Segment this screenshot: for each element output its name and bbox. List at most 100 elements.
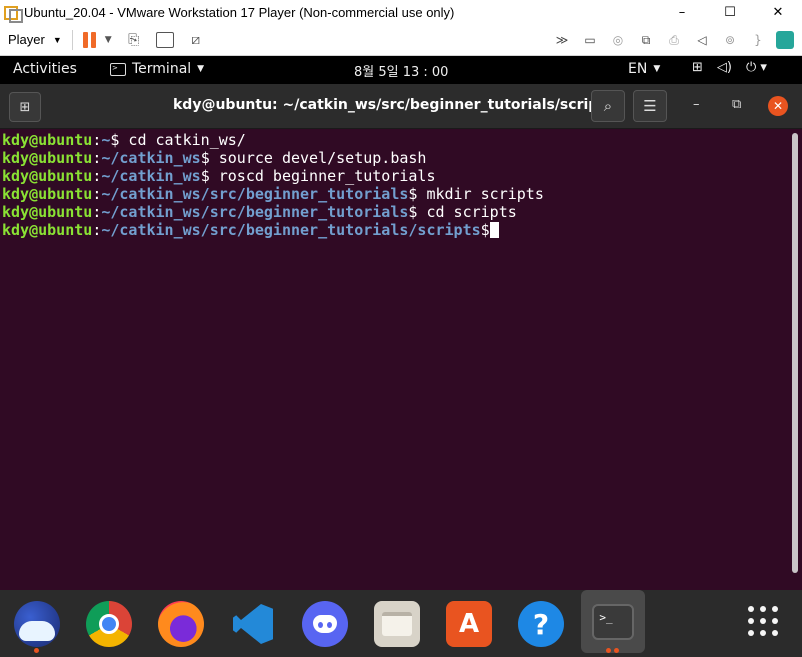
power-icon: ⏻ ▾ [745,60,767,75]
maximize-button[interactable]: ⧉ [732,97,741,112]
window-close-button[interactable]: ✕ [754,0,802,24]
dock-vscode[interactable] [227,598,279,650]
dock-files[interactable] [371,598,423,650]
pause-icon[interactable] [82,31,97,48]
chevron-down-icon: ▼ [52,34,62,45]
vmware-title-bar: Ubuntu_20.04 - VMware Workstation 17 Pla… [0,0,802,24]
running-indicator [614,648,619,653]
terminal-icon: > [110,62,126,76]
chevron-down-icon: ▼ [197,64,205,74]
whale-browser-icon [14,601,60,647]
terminal-line: kdy@ubuntu:~/catkin_ws$ roscd beginner_t… [2,167,436,185]
prompt-path: ~/catkin_ws/src/beginner_tutorials [101,185,409,203]
player-menu-label: Player [8,32,45,47]
minimize-button[interactable]: – [693,97,700,112]
firefox-icon [158,601,204,647]
dock-firefox[interactable] [155,598,207,650]
prompt-user: kdy@ubuntu [2,185,93,203]
new-tab-button[interactable]: ⊞ [9,92,41,122]
dock-chrome[interactable] [83,598,135,650]
terminal-line: kdy@ubuntu:~/catkin_ws$ source devel/set… [2,149,427,167]
vscode-icon [230,601,276,647]
vmware-logo-icon [4,4,23,23]
printer-icon[interactable]: ⎙ [664,31,684,49]
terminal-title: kdy@ubuntu: ~/catkin_ws/src/beginner_tut… [173,97,614,113]
network-icon[interactable]: ⧉ [636,31,656,49]
hamburger-icon: ☰ [643,97,657,115]
send-ctrl-alt-del-icon[interactable]: ⎘ [124,31,144,49]
dock-terminal[interactable]: >_ [581,590,645,653]
network-icon: ⊞ [692,60,703,75]
message-icon[interactable] [776,31,794,49]
player-menu-button[interactable]: Player ▼ [8,32,62,47]
forward-icon[interactable]: ≫ [552,31,572,49]
prompt-path: ~/catkin_ws [101,149,201,167]
terminal-line: kdy@ubuntu:~/catkin_ws/src/beginner_tuto… [2,203,517,221]
vmware-toolbar: Player ▼ ▼ ⎘ ⧄ ≫ ▭ ◎ ⧉ ⎙ ◁ ⊚ } [0,24,802,56]
command-text: $ source devel/setup.bash [200,149,427,167]
command-text: $ cd catkin_ws/ [110,131,246,149]
running-indicator [34,648,39,653]
usb-icon[interactable]: ⊚ [720,31,740,49]
unity-icon[interactable]: ⧄ [186,31,206,49]
app-menu-button[interactable]: > Terminal ▼ [110,61,204,77]
gnome-top-bar: Activities > Terminal ▼ 8월 5일 13 : 00 EN… [0,56,802,84]
prompt-user: kdy@ubuntu [2,149,93,167]
dock-software-store[interactable]: A [443,598,495,650]
software-store-icon: A [446,601,492,647]
sound-icon[interactable]: ◁ [692,31,712,49]
language-label: EN [628,61,648,77]
dock-help[interactable]: ? [515,598,567,650]
terminal-scrollbar[interactable] [792,133,798,573]
window-maximize-button[interactable]: ☐ [706,0,754,24]
prompt-user: kdy@ubuntu [2,203,93,221]
cd-icon[interactable]: ◎ [608,31,628,49]
files-icon [374,601,420,647]
activities-button[interactable]: Activities [13,61,77,77]
toolbar-divider [71,29,73,50]
prompt-path: ~/catkin_ws/src/beginner_tutorials [101,203,409,221]
terminal-icon: >_ [592,603,634,640]
window-controls: – ☐ ✕ [658,0,802,24]
help-icon: ? [518,601,564,647]
search-button[interactable]: ⌕ [591,90,625,122]
chevron-down-icon[interactable]: ▼ [105,35,112,45]
language-indicator[interactable]: EN ▼ [628,61,660,77]
discord-icon [302,601,348,647]
fullscreen-icon[interactable] [155,31,174,48]
app-menu-label: Terminal [132,61,192,77]
clock[interactable]: 8월 5일 13 : 00 [354,61,448,80]
hdd-icon[interactable]: ▭ [580,31,600,49]
terminal-line: kdy@ubuntu:~/catkin_ws/src/beginner_tuto… [2,185,544,203]
prompt-path: ~/catkin_ws [101,167,201,185]
close-icon: ✕ [772,99,784,113]
window-minimize-button[interactable]: – [658,0,706,24]
search-icon: ⌕ [603,97,613,115]
prompt-user: kdy@ubuntu [2,131,93,149]
chevron-down-icon: ▼ [653,64,661,74]
new-tab-icon: ⊞ [19,99,31,115]
command-text: $ cd scripts [408,203,517,221]
dock: A ? >_ [0,590,802,657]
close-button[interactable]: ✕ [768,96,788,116]
prompt-path: ~/catkin_ws/src/beginner_tutorials/scrip… [101,221,481,239]
terminal-headerbar: ⊞ kdy@ubuntu: ~/catkin_ws/src/beginner_t… [0,84,802,129]
terminal-body[interactable]: kdy@ubuntu:~$ cd catkin_ws/kdy@ubuntu:~/… [0,129,802,590]
menu-button[interactable]: ☰ [633,90,667,122]
bluetooth-icon[interactable]: } [748,31,768,49]
window-title: Ubuntu_20.04 - VMware Workstation 17 Pla… [24,4,455,20]
volume-icon: ◁) [716,60,732,75]
dock-whale-browser[interactable] [11,598,63,650]
dock-discord[interactable] [299,598,351,650]
terminal-line: kdy@ubuntu:~/catkin_ws/src/beginner_tuto… [2,221,544,239]
terminal-line: kdy@ubuntu:~$ cd catkin_ws/ [2,131,246,149]
command-text: $ roscd beginner_tutorials [200,167,436,185]
running-indicator [606,648,611,653]
prompt-user: kdy@ubuntu [2,221,93,239]
command-text: $ [480,221,490,239]
device-icons: ≫ ▭ ◎ ⧉ ⎙ ◁ ⊚ } [552,24,802,56]
command-text: $ mkdir scripts [408,185,544,203]
system-menu[interactable]: ⊞ ◁) ⏻ ▾ [692,60,767,75]
terminal-output: kdy@ubuntu:~$ cd catkin_ws/kdy@ubuntu:~/… [2,131,544,239]
show-applications-button[interactable] [748,606,782,640]
